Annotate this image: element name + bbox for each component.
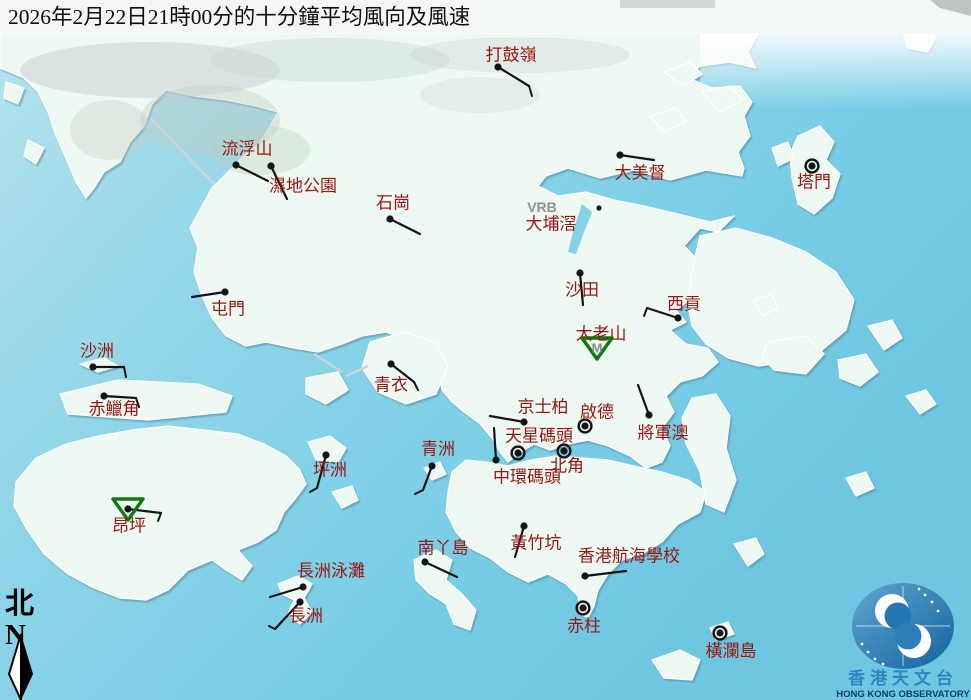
station-label: 沙洲 <box>80 342 114 361</box>
compass-north-hanzi: 北 <box>5 587 34 620</box>
station-label: 青衣 <box>374 376 408 395</box>
top-smudge <box>620 0 715 8</box>
station-dot <box>560 447 567 454</box>
station-dot <box>514 449 521 456</box>
station-dot <box>581 572 588 579</box>
station-label: 南丫島 <box>418 539 469 558</box>
station-label: 赤柱 <box>567 617 601 636</box>
station-dot <box>387 360 394 367</box>
station-label: 沙田 <box>565 281 599 300</box>
station-label: 塔門 <box>797 173 831 192</box>
station-label: 將軍澳 <box>638 424 689 443</box>
station-label: 打鼓嶺 <box>486 46 537 65</box>
station-label: 流浮山 <box>222 140 273 159</box>
station-dot <box>674 314 681 321</box>
station-label: 屯門 <box>211 300 245 319</box>
station-dot <box>616 151 623 158</box>
station-dot <box>296 598 303 605</box>
station-dot <box>428 462 435 469</box>
station-label: 大埔滘 <box>526 215 577 234</box>
station-dot <box>232 161 239 168</box>
station-label: 青洲 <box>421 440 455 459</box>
station-dot <box>596 205 601 210</box>
page-title: 2026年2月22日21時00分的十分鐘平均風向及風速 <box>8 5 470 29</box>
top-haze <box>700 33 971 108</box>
station-dot <box>221 288 228 295</box>
station-label: 濕地公園 <box>269 177 337 196</box>
station-label: 赤鱲角 <box>89 400 140 419</box>
station-label: 香港航海學校 <box>578 547 680 566</box>
station-label: 坪洲 <box>313 461 347 480</box>
station-label: 大老山 <box>576 325 627 344</box>
hko-logo-en-text: HONG KONG OBSERVATORY <box>836 689 970 700</box>
station-dot <box>89 363 96 370</box>
station-label: 黃竹坑 <box>511 534 562 553</box>
station-label: 京士柏 <box>518 398 569 417</box>
station-label: 橫瀾島 <box>706 642 757 661</box>
station-label: 天星碼頭 <box>505 427 573 446</box>
map-canvas: 2026年2月22日21時00分的十分鐘平均風向及風速 打鼓嶺流浮山濕地公園石崗… <box>0 0 971 700</box>
station-dot <box>716 629 723 636</box>
station-label: 長洲 <box>289 607 323 626</box>
wind-map-page: 2026年2月22日21時00分的十分鐘平均風向及風速 打鼓嶺流浮山濕地公園石崗… <box>0 0 971 700</box>
station-dot <box>492 456 499 463</box>
station-dot <box>581 422 588 429</box>
station-dot <box>645 411 652 418</box>
station-label: 中環碼頭 <box>493 468 561 487</box>
station-label: 大美督 <box>615 164 666 183</box>
station-dot <box>520 418 527 425</box>
station-dot <box>576 269 583 276</box>
station-label: 石崗 <box>376 194 410 213</box>
station-dot <box>421 558 428 565</box>
station-dot <box>579 604 586 611</box>
station-dot <box>386 215 393 222</box>
station-dot <box>808 162 815 169</box>
station-dot <box>267 162 274 169</box>
station-label: 昂坪 <box>112 517 146 536</box>
station-dot <box>124 505 131 512</box>
station-label: 西貢 <box>667 295 701 314</box>
station-label: 啟德 <box>580 403 614 422</box>
station-label: 長洲泳灘 <box>297 562 365 581</box>
station-dot <box>322 451 329 458</box>
station-dot <box>520 522 527 529</box>
vrb-label: VRB <box>527 199 557 215</box>
station-dot <box>299 583 306 590</box>
hko-logo-cn-text: 香港天文台 <box>848 668 958 688</box>
